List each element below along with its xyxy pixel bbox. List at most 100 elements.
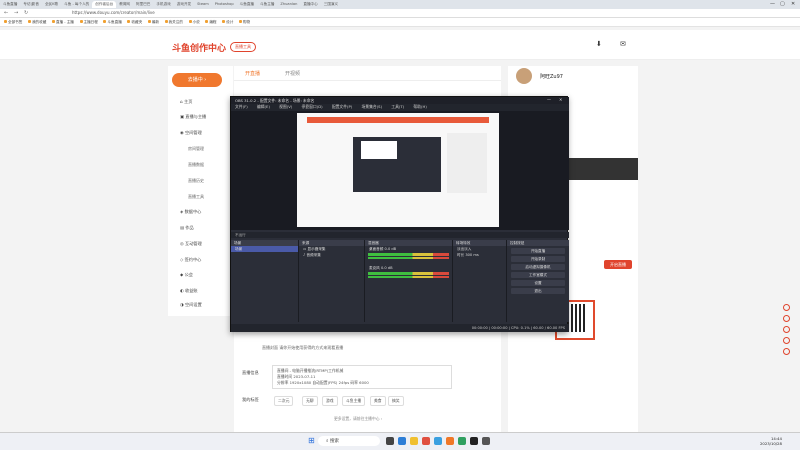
app-icon[interactable]: [434, 437, 442, 445]
scene-item[interactable]: 场景: [231, 246, 298, 252]
tag-chip[interactable]: 无聊: [302, 396, 318, 406]
bookmark-item[interactable]: 小说: [188, 20, 200, 25]
close-icon[interactable]: ✕: [791, 1, 795, 7]
message-icon[interactable]: ✉: [620, 40, 626, 48]
nav-item[interactable]: ◑ 空间设置: [180, 302, 202, 308]
nav-sub-item[interactable]: 房间管理: [188, 146, 204, 152]
bookmark-item[interactable]: 编程: [205, 20, 217, 25]
exit-button[interactable]: 退出: [511, 288, 565, 294]
browser-tab[interactable]: Photoshop: [212, 1, 237, 8]
start-streaming-button[interactable]: 开始直播: [511, 248, 565, 254]
tag-chip[interactable]: 二次元: [274, 396, 294, 406]
nav-sub-item[interactable]: 直播工具: [188, 194, 204, 200]
bookmark-item[interactable]: 购物: [238, 20, 250, 25]
tag-chip[interactable]: 美食: [370, 396, 386, 406]
tag-chip[interactable]: 搞笑: [388, 396, 404, 406]
app-icon[interactable]: [458, 437, 466, 445]
browser-tab[interactable]: 斗鱼 - 每个人的: [61, 1, 92, 8]
promo-banner[interactable]: [568, 158, 638, 180]
nav-item[interactable]: ◎ 互动管理: [180, 241, 202, 247]
start-recording-button[interactable]: 开始录制: [511, 256, 565, 262]
taskbar-search[interactable]: ⌕ 搜索: [318, 436, 380, 446]
start-live-cta-button[interactable]: 开启直播: [604, 260, 632, 269]
avatar[interactable]: [516, 68, 532, 84]
obs-minimize-icon[interactable]: —: [547, 97, 551, 102]
nav-sub-item[interactable]: 直播数据: [188, 162, 204, 168]
obs-menu-item[interactable]: 场景集合(S): [362, 104, 383, 109]
obs-menu-item[interactable]: 配置文件(P): [332, 104, 352, 109]
settings-button[interactable]: 设置: [511, 280, 565, 286]
bookmark-item[interactable]: 直播 - 主播: [51, 20, 74, 25]
browser-tab[interactable]: 专访|影音: [20, 1, 42, 8]
browser-tab[interactable]: 手机游戏: [153, 1, 173, 8]
nav-item[interactable]: ◈ 数据中心: [180, 209, 201, 215]
obs-menu-item[interactable]: 视图(V): [279, 104, 292, 109]
bottom-tip-link[interactable]: 更多设置，请前往主播中心 ›: [334, 416, 382, 422]
windows-start-icon[interactable]: ⊞: [308, 436, 315, 445]
tag-chip[interactable]: 游戏: [322, 396, 338, 406]
obs-menu-item[interactable]: 文件(F): [235, 104, 248, 109]
tools-badge[interactable]: 直播工具: [230, 42, 256, 52]
app-icon[interactable]: [422, 437, 430, 445]
browser-tab[interactable]: 教育网: [116, 1, 133, 8]
browser-tab[interactable]: 斗鱼主播: [257, 1, 277, 8]
nav-item-live[interactable]: ▣ 直播与主播: [180, 114, 206, 120]
source-item[interactable]: ♪ 音频采集: [299, 252, 364, 258]
bookmark-item[interactable]: 我的收藏: [27, 20, 46, 25]
browser-tab[interactable]: Steam: [194, 1, 212, 8]
virtual-camera-button[interactable]: 启动虚拟摄像机: [511, 264, 565, 270]
obs-close-icon[interactable]: ✕: [559, 97, 562, 102]
feedback-icon[interactable]: [783, 326, 790, 333]
bookmark-item[interactable]: 主播日程: [79, 20, 98, 25]
obs-preview[interactable]: [231, 111, 569, 230]
tab-live[interactable]: 开直播: [245, 70, 260, 77]
nav-sub-item[interactable]: 直播历史: [188, 178, 204, 184]
browser-tab-active[interactable]: 创作者后台: [92, 1, 117, 8]
browser-tab[interactable]: 斗鱼直播: [237, 1, 257, 8]
bookmark-item[interactable]: 收藏夹: [127, 20, 142, 25]
bookmark-item[interactable]: 最新: [147, 20, 159, 25]
chat-icon[interactable]: [783, 315, 790, 322]
app-icon[interactable]: [446, 437, 454, 445]
folder-icon[interactable]: [410, 437, 418, 445]
obs-taskbar-icon[interactable]: [470, 437, 478, 445]
browser-tab[interactable]: 阿里巴巴: [133, 1, 153, 8]
start-live-button[interactable]: 去播中 ›: [172, 73, 222, 87]
studio-mode-button[interactable]: 工作室模式: [511, 272, 565, 278]
help-icon[interactable]: [783, 337, 790, 344]
obs-menu-item[interactable]: 停靠窗口(D): [302, 104, 323, 109]
task-view-icon[interactable]: [386, 437, 394, 445]
nav-item[interactable]: ◆ 公会: [180, 272, 193, 278]
url-input[interactable]: https://www.douyu.com/creator/main/live: [72, 10, 155, 15]
nav-item[interactable]: ▤ 作品: [180, 225, 194, 231]
bookmark-item[interactable]: 我关注的: [164, 20, 183, 25]
bookmark-item[interactable]: 设计: [222, 20, 233, 25]
browser-tab[interactable]: 游戏开发: [174, 1, 194, 8]
browser-tab[interactable]: Zhuanlan: [277, 1, 300, 8]
obs-menu-item[interactable]: 编辑(E): [257, 104, 270, 109]
browser-tab[interactable]: 全民K歌: [42, 1, 61, 8]
obs-menu-item[interactable]: 帮助(H): [413, 104, 426, 109]
bookmark-item[interactable]: 斗鱼直播: [103, 20, 122, 25]
obs-menu-item[interactable]: 工具(T): [391, 104, 404, 109]
maximize-icon[interactable]: ▢: [780, 1, 785, 7]
edge-icon[interactable]: [398, 437, 406, 445]
refresh-icon[interactable]: ↻: [24, 10, 28, 16]
tab-video[interactable]: 开视频: [285, 70, 300, 77]
nav-item[interactable]: ◇ 签约中心: [180, 257, 201, 263]
browser-tab[interactable]: 直播中心: [300, 1, 320, 8]
tag-chip[interactable]: 斗鱼主播: [342, 396, 366, 406]
download-icon[interactable]: ⬇: [596, 40, 602, 48]
forward-icon[interactable]: →: [14, 10, 18, 16]
nav-item[interactable]: ◐ 收益账: [180, 288, 198, 294]
app-icon[interactable]: [482, 437, 490, 445]
duration-field[interactable]: 时长 300 ms: [453, 252, 506, 258]
share-icon[interactable]: [783, 304, 790, 311]
bookmark-item[interactable]: 全部书签: [4, 20, 22, 25]
minimize-icon[interactable]: —: [770, 1, 775, 7]
top-icon[interactable]: [783, 348, 790, 355]
browser-tab[interactable]: 三国演义: [321, 1, 341, 8]
site-logo[interactable]: 斗鱼创作中心: [172, 41, 226, 54]
browser-tab[interactable]: 斗鱼直播: [0, 1, 20, 8]
back-icon[interactable]: ←: [4, 10, 8, 16]
